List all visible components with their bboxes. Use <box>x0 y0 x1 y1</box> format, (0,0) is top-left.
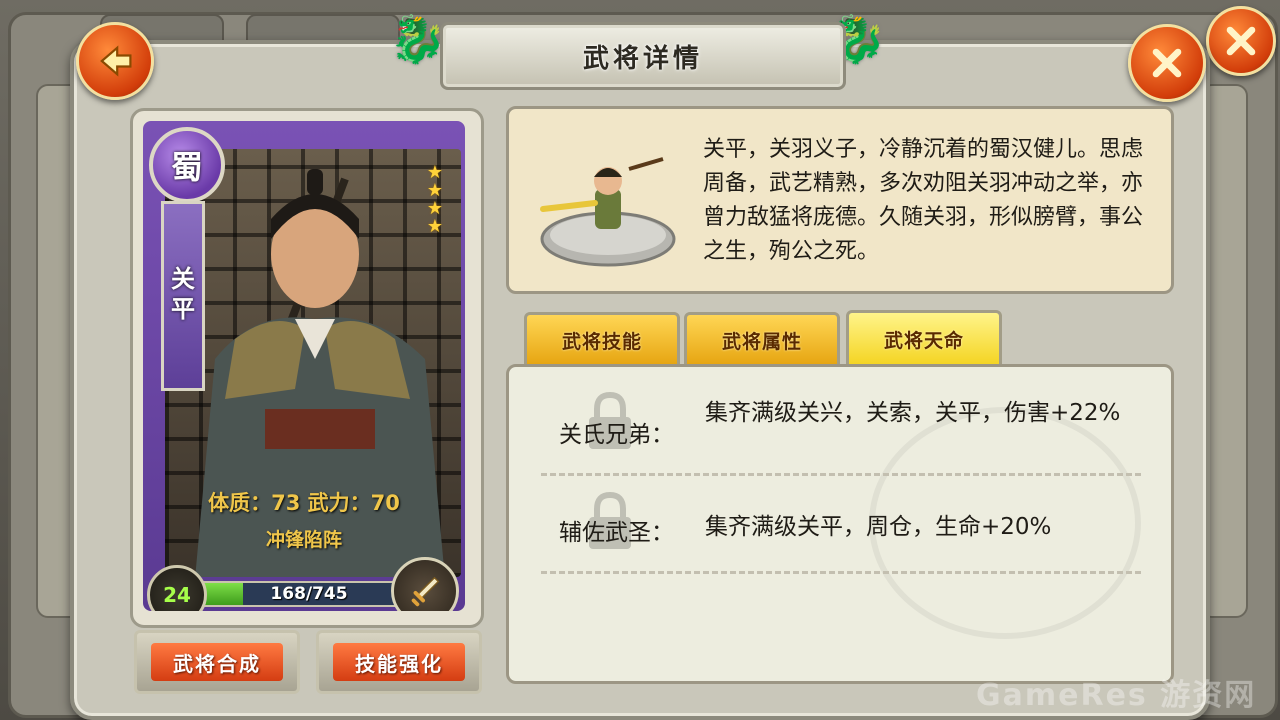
star-icon: ★ <box>426 216 443 237</box>
close-button[interactable] <box>1128 24 1206 102</box>
sword-icon <box>411 576 440 607</box>
destiny-panel: 关氏兄弟： 集齐满级关兴，关索，关平，伤害+22% 辅佐武圣： 集齐满级关平，周… <box>506 364 1174 684</box>
star-icon: ★ <box>426 198 443 219</box>
hero-card: 蜀 关 平 ★ ★ ★ ★ 体质：73 武力：70 冲锋陷阵 168/745 24 <box>130 108 484 628</box>
faction-badge: 蜀 <box>149 127 225 203</box>
hero-name-char: 平 <box>171 295 195 323</box>
hero-name-banner: 关 平 <box>161 201 205 391</box>
star-icon: ★ <box>426 162 443 183</box>
hero-description: 关平，关羽义子，冷静沉着的蜀汉健儿。思虑周备，武艺精熟，多次劝阻关羽冲动之举，亦… <box>703 137 1144 264</box>
hero-card-frame: 蜀 关 平 ★ ★ ★ ★ 体质：73 武力：70 冲锋陷阵 168/745 24 <box>143 121 465 611</box>
fate-name: 关氏兄弟： <box>559 422 674 448</box>
dragon-ornament-icon: 🐉 <box>389 11 447 66</box>
tab-skills[interactable]: 武将技能 <box>524 312 680 368</box>
hero-model-image <box>540 157 676 267</box>
hero-description-box: 关平，关羽义子，冷静沉着的蜀汉健儿。思虑周备，武艺精熟，多次劝阻关羽冲动之举，亦… <box>506 106 1174 294</box>
title-plate: 武将详情 <box>440 22 846 90</box>
close-icon <box>1152 48 1182 78</box>
close-icon <box>1226 26 1256 56</box>
hero-stats: 体质：73 武力：70 <box>208 491 400 515</box>
tab-attributes[interactable]: 武将属性 <box>684 312 840 368</box>
merge-general-label: 武将合成 <box>151 643 283 681</box>
divider <box>541 473 1141 476</box>
watermark: GameRes 游资网 <box>976 678 1257 713</box>
merge-general-button[interactable]: 武将合成 <box>134 630 300 694</box>
hero-name-char: 关 <box>171 265 195 293</box>
skill-enhance-label: 技能强化 <box>333 643 465 681</box>
divider <box>541 571 1141 574</box>
background-close-button[interactable] <box>1206 6 1276 76</box>
star-icon: ★ <box>426 180 443 201</box>
arrow-left-icon <box>100 45 132 77</box>
tab-destiny[interactable]: 武将天命 <box>846 310 1002 368</box>
fate-name: 辅佐武圣： <box>559 520 674 546</box>
fate-description: 集齐满级关兴，关索，关平，伤害+22% <box>705 400 1121 426</box>
back-button[interactable] <box>76 22 154 100</box>
star-rating: ★ ★ ★ ★ <box>426 162 443 237</box>
hero-skill-name: 冲锋陷阵 <box>265 529 342 551</box>
fate-description: 集齐满级关平，周仓，生命+20% <box>705 514 1052 540</box>
page-title: 武将详情 <box>582 43 703 74</box>
skill-enhance-button[interactable]: 技能强化 <box>316 630 482 694</box>
